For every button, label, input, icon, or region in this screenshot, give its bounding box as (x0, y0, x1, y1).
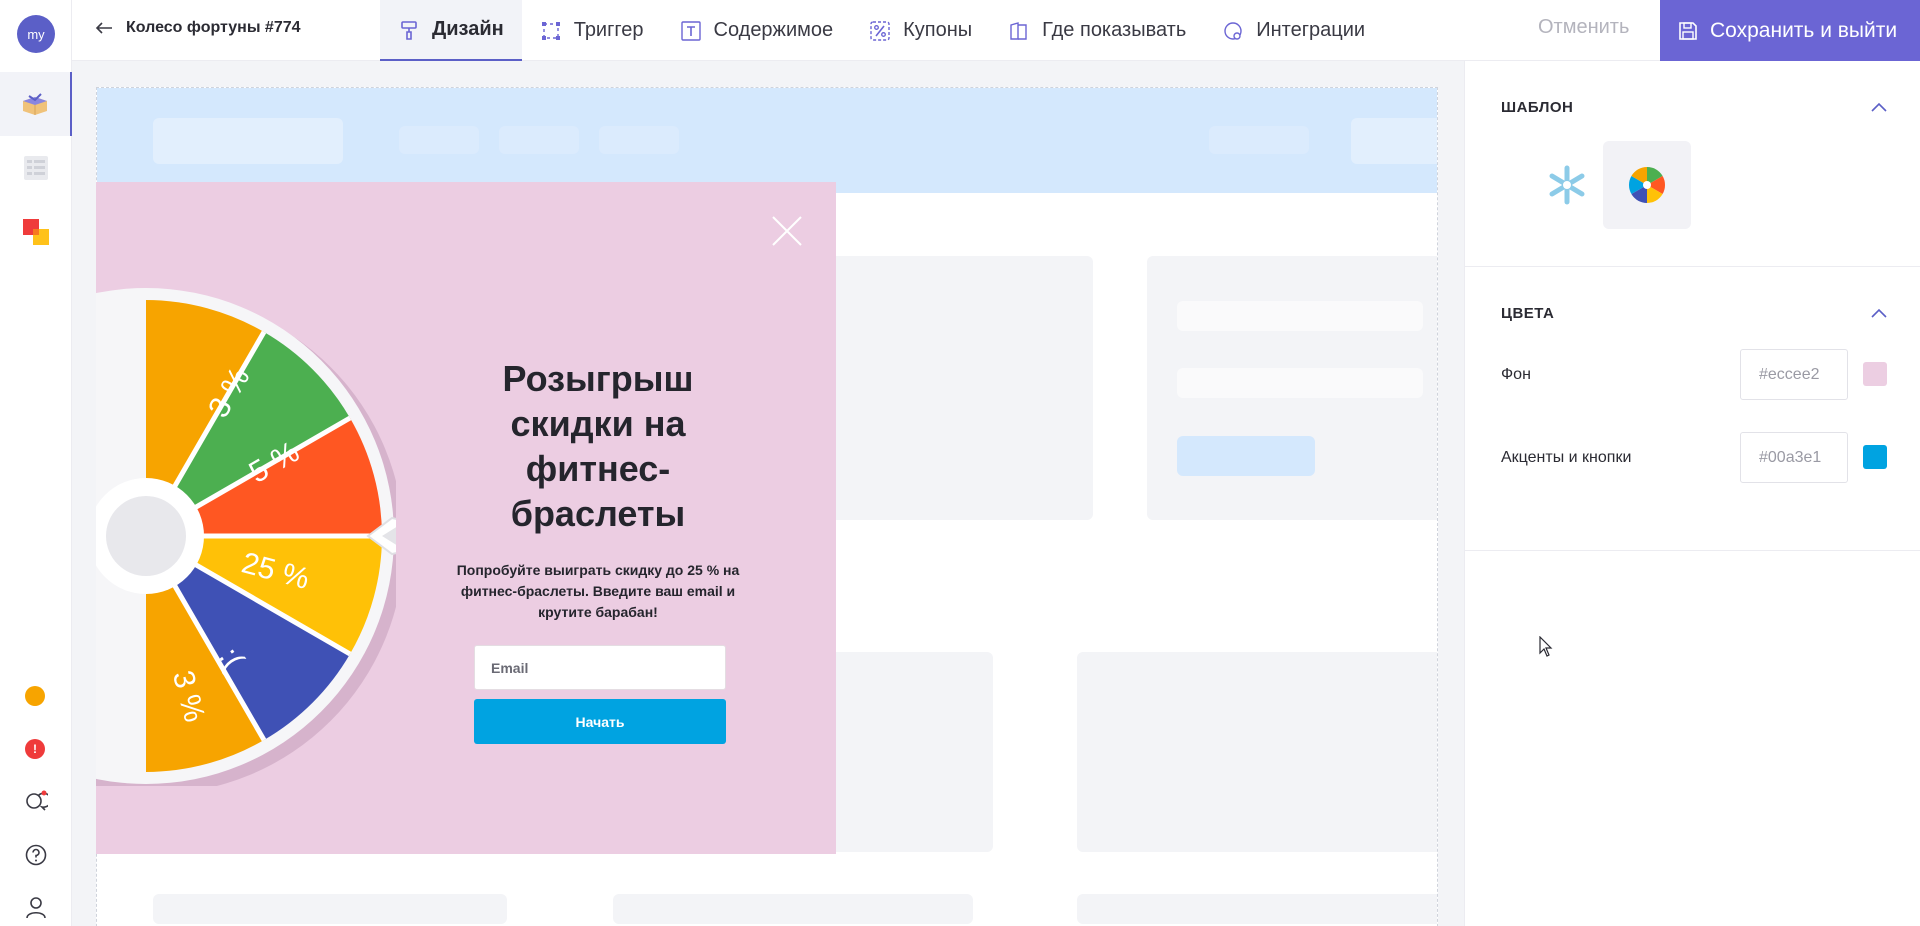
background-color-swatch[interactable] (1863, 362, 1887, 386)
email-field[interactable]: Email (474, 645, 726, 690)
rail-item-list[interactable] (0, 136, 72, 200)
user-icon[interactable] (24, 895, 48, 919)
close-icon[interactable] (770, 214, 804, 248)
avatar[interactable]: my (17, 15, 55, 53)
design-canvas: 3 % 5 % 25 % :( 3 % Розыгрыш скидки на ф… (72, 61, 1464, 926)
floppy-disk-icon (1679, 21, 1697, 40)
chevron-up-icon[interactable] (1870, 307, 1888, 319)
content-card-placeholder (1147, 256, 1437, 520)
campaign-title: Колесо фортуны #774 (126, 19, 301, 36)
template-option-snowflake[interactable] (1523, 141, 1611, 229)
section-title: ШАБЛОН (1501, 99, 1574, 116)
colors-section: ЦВЕТА Фон #eccee2 Акценты и кнопки #00a3… (1465, 267, 1920, 551)
left-rail: my ! (0, 0, 72, 926)
tab-placement[interactable]: Где показывать (990, 0, 1204, 61)
accent-color-swatch[interactable] (1863, 445, 1887, 469)
footer-placeholder (153, 894, 507, 924)
section-title: ЦВЕТА (1501, 305, 1555, 322)
layers-icon (23, 219, 49, 245)
accent-color-input[interactable]: #00a3e1 (1740, 432, 1848, 483)
wheel-icon (1628, 167, 1666, 203)
top-bar: Колесо фортуны #774 Дизайн Триггер Содер… (72, 0, 1920, 61)
tab-label: Триггер (573, 19, 644, 41)
rail-item-campaigns[interactable] (0, 72, 72, 136)
tab-label: Купоны (903, 19, 973, 41)
settings-panel: ШАБЛОН ЦВЕТА Фон #eccee2 Акценты и кнопк… (1464, 61, 1920, 926)
mouse-cursor-icon (1539, 636, 1553, 657)
footer-placeholder (1077, 894, 1437, 924)
color-label: Акценты и кнопки (1501, 449, 1632, 466)
content-card-placeholder (817, 256, 1093, 520)
popup-subtitle: Попробуйте выиграть скидку до 25 % на фи… (456, 562, 740, 620)
help-icon[interactable] (24, 843, 48, 867)
site-header-placeholder (97, 88, 1437, 193)
gift-box-icon (23, 93, 47, 115)
frame-icon (541, 21, 560, 40)
back-link[interactable]: Колесо фортуны #774 (94, 18, 301, 38)
footer-placeholder (613, 894, 973, 924)
tab-bar: Дизайн Триггер Содержимое Купоны Где пок… (380, 0, 1383, 61)
tab-label: Дизайн (432, 18, 504, 40)
rail-item-layers[interactable] (0, 200, 72, 264)
popup-preview[interactable]: 3 % 5 % 25 % :( 3 % Розыгрыш скидки на ф… (96, 182, 836, 854)
chevron-up-icon[interactable] (1870, 101, 1888, 113)
tab-label: Интеграции (1256, 19, 1366, 41)
percent-icon (870, 20, 890, 41)
tab-integrations[interactable]: Интеграции (1204, 0, 1383, 61)
pages-icon (1010, 21, 1027, 40)
fortune-wheel: 3 % 5 % 25 % :( 3 % (96, 288, 396, 786)
template-section: ШАБЛОН (1465, 61, 1920, 267)
tab-trigger[interactable]: Триггер (522, 0, 662, 61)
cancel-button[interactable]: Отменить (1538, 16, 1629, 39)
text-icon (680, 20, 701, 41)
arrow-left-icon[interactable] (94, 18, 114, 38)
coin-icon[interactable] (25, 686, 45, 706)
save-label: Сохранить и выйти (1710, 18, 1898, 42)
integration-icon (1224, 21, 1242, 40)
content-card-placeholder (1077, 652, 1437, 852)
background-color-input[interactable]: #eccee2 (1740, 349, 1848, 400)
tab-content[interactable]: Содержимое (662, 0, 852, 61)
alert-icon[interactable]: ! (25, 739, 45, 759)
tab-label: Содержимое (713, 19, 834, 41)
color-label: Фон (1501, 366, 1531, 383)
tab-label: Где показывать (1042, 19, 1187, 41)
tab-design[interactable]: Дизайн (380, 0, 522, 61)
start-button[interactable]: Начать (474, 699, 726, 744)
template-option-wheel[interactable] (1603, 141, 1691, 229)
list-icon (24, 156, 48, 180)
snowflake-icon (1549, 165, 1585, 205)
chat-icon[interactable] (24, 789, 48, 813)
brush-icon (401, 20, 417, 40)
save-and-exit-button[interactable]: Сохранить и выйти (1660, 0, 1920, 61)
popup-title: Розыгрыш скидки на фитнес-браслеты (502, 358, 694, 534)
tab-coupons[interactable]: Купоны (851, 0, 990, 61)
